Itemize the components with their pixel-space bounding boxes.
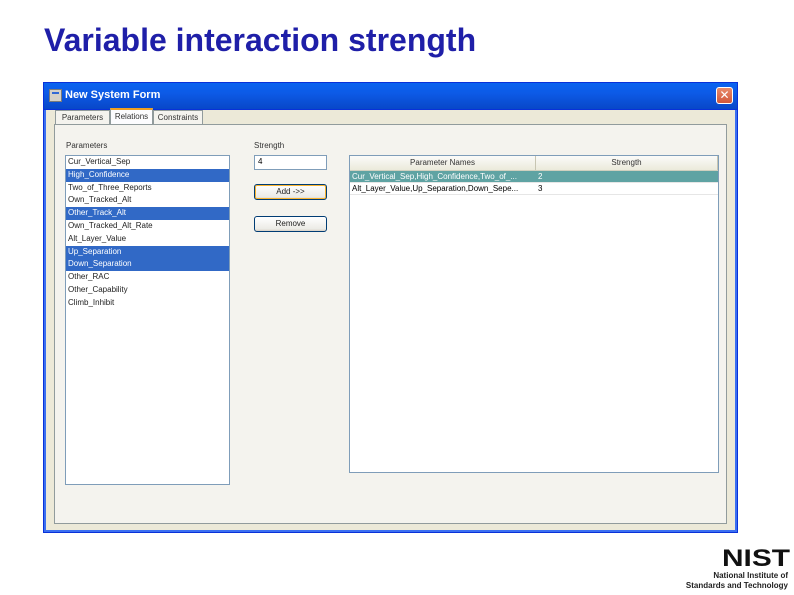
list-item[interactable]: Other_Track_Alt — [66, 207, 229, 220]
close-button[interactable]: ✕ — [716, 87, 733, 104]
relations-table[interactable]: Parameter Names Strength Cur_Vertical_Se… — [349, 155, 719, 473]
parameters-list[interactable]: Cur_Vertical_Sep High_Confidence Two_of_… — [65, 155, 230, 485]
slide-title: Variable interaction strength — [44, 22, 477, 58]
list-item[interactable]: Climb_Inhibit — [66, 297, 229, 310]
list-item[interactable]: Down_Separation — [66, 258, 229, 272]
relations-panel: Parameters Cur_Vertical_Sep High_Confide… — [54, 124, 727, 524]
nist-logo-text: NIST — [722, 545, 790, 570]
strength-label: Strength — [254, 141, 285, 150]
list-item[interactable]: Own_Tracked_Alt — [66, 194, 229, 207]
system-form-window: New System Form ✕ Parameters Relations C… — [43, 82, 738, 533]
tab-relations[interactable]: Relations — [110, 108, 153, 124]
nist-logo: NIST — [722, 545, 790, 570]
window-title: New System Form — [65, 89, 161, 101]
table-header: Parameter Names Strength — [350, 156, 718, 171]
title-bar[interactable]: New System Form ✕ — [44, 83, 737, 110]
list-item[interactable]: Own_Tracked_Alt_Rate — [66, 220, 229, 233]
row-strength: 3 — [538, 184, 543, 193]
table-row[interactable]: Alt_Layer_Value,Up_Separation,Down_Sepe.… — [350, 183, 718, 195]
row-parameter-names: Cur_Vertical_Sep,High_Confidence,Two_of_… — [352, 172, 517, 181]
column-header-parameter-names[interactable]: Parameter Names — [350, 156, 536, 170]
strength-input[interactable]: 4 — [254, 155, 327, 170]
app-icon — [49, 89, 62, 102]
parameters-label: Parameters — [66, 141, 108, 150]
column-header-strength[interactable]: Strength — [536, 156, 718, 170]
remove-button[interactable]: Remove — [254, 216, 327, 232]
list-item[interactable]: Alt_Layer_Value — [66, 233, 229, 246]
row-parameter-names: Alt_Layer_Value,Up_Separation,Down_Sepe.… — [352, 184, 519, 193]
list-item[interactable]: Other_RAC — [66, 271, 229, 284]
table-row[interactable]: Cur_Vertical_Sep,High_Confidence,Two_of_… — [350, 171, 718, 183]
add-button[interactable]: Add ->> — [254, 184, 327, 200]
nist-name-line2: Standards and Technology — [685, 581, 788, 590]
list-item[interactable]: Up_Separation — [66, 245, 229, 259]
list-item[interactable]: Other_Capability — [66, 284, 229, 297]
nist-name-line1: National Institute of — [713, 571, 788, 580]
list-item[interactable]: Two_of_Three_Reports — [66, 182, 229, 195]
tab-parameters[interactable]: Parameters — [55, 110, 110, 124]
list-item[interactable]: Cur_Vertical_Sep — [66, 156, 229, 169]
tab-constraints[interactable]: Constraints — [153, 110, 203, 124]
row-strength: 2 — [538, 172, 543, 181]
list-item[interactable]: High_Confidence — [66, 168, 229, 182]
